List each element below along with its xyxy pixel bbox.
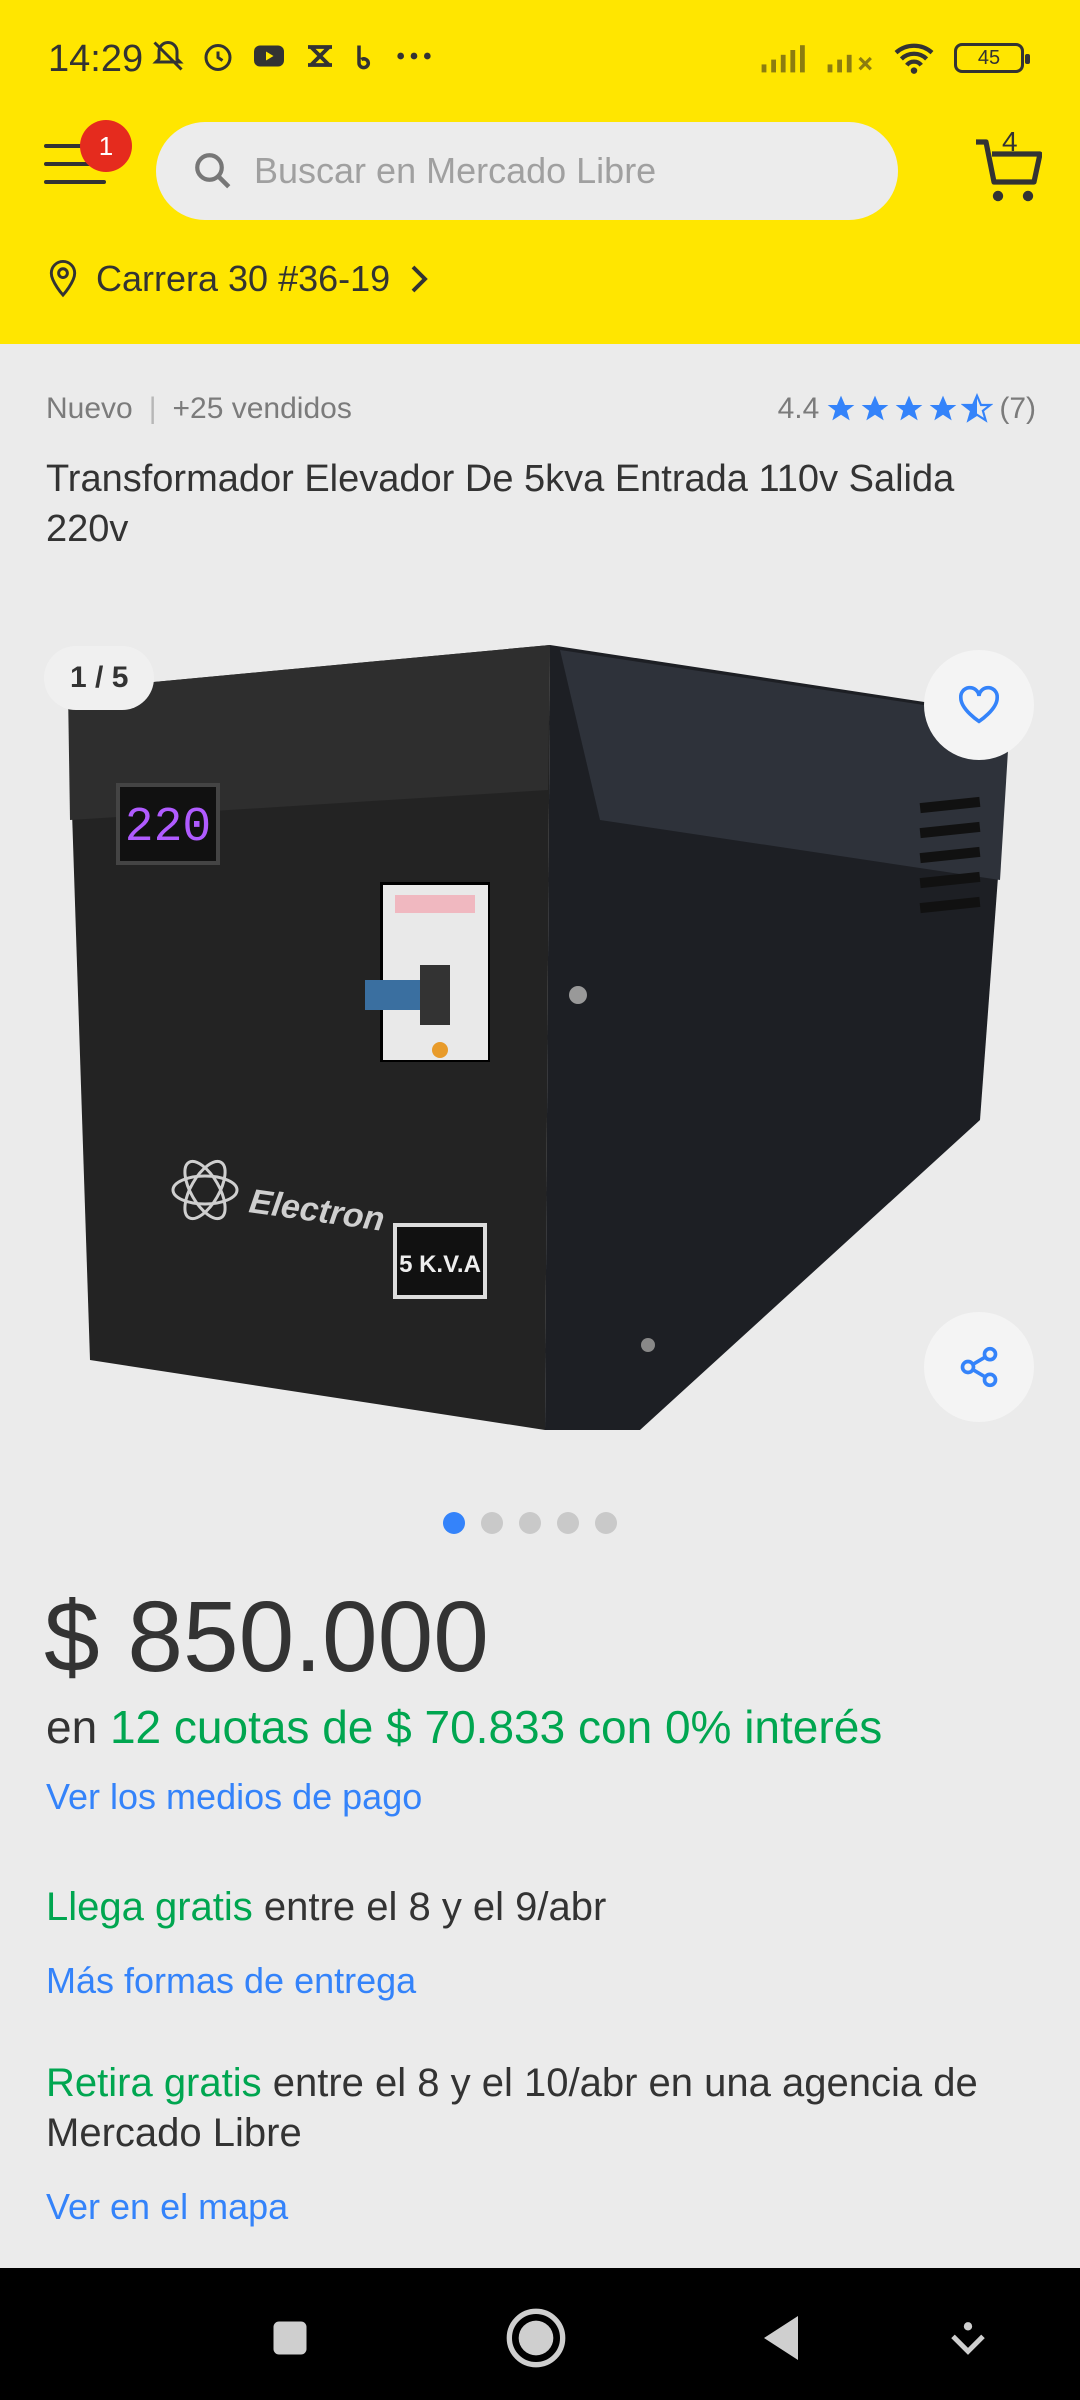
pagination-dot[interactable] [557,1512,579,1534]
chevron-right-icon [411,265,428,293]
share-icon [960,1346,998,1388]
free-shipping-text: entre el 8 y el 9/abr [263,1885,607,1929]
pagination-dot[interactable] [519,1512,541,1534]
square-icon [273,2321,307,2355]
condition-label: Nuevo [46,392,133,425]
share-button[interactable] [924,1312,1034,1422]
installments-info: en 12 cuotas de $ 70.833 con 0% interés [46,1700,882,1754]
image-pagination[interactable] [443,1512,617,1534]
product-meta: Nuevo | +25 vendidos [46,392,352,426]
map-link[interactable]: Ver en el mapa [46,2186,288,2228]
product-image: 220 Electron 5 K.V.A [68,645,1010,1430]
product-price: $ 850.000 [44,1581,489,1693]
delivery-location[interactable]: Carrera 30 #36-19 [48,258,430,300]
mute-icon [152,40,184,71]
star-icon [895,395,923,421]
installments-text: 12 cuotas de $ 70.833 con 0% interés [109,1701,883,1753]
b-app-icon [357,45,371,70]
app-icon [308,45,332,67]
meta-separator: | [148,392,157,425]
product-title: Transformador Elevador De 5kva Entrada 1… [46,458,955,550]
sold-count: +25 vendidos [172,392,352,425]
more-delivery-link[interactable]: Más formas de entrega [46,1960,416,2002]
star-icon [861,395,889,421]
heart-icon [958,685,1000,724]
alarm-icon [204,44,232,71]
youtube-icon [254,45,284,67]
rating-count: (7) [999,392,1036,425]
rating-stars [825,393,994,425]
battery-icon: 45 [954,43,1030,73]
location-pin-icon [49,260,77,298]
pagination-dot[interactable] [481,1512,503,1534]
star-icon [827,395,855,421]
rating[interactable]: 4.4 (7) [778,392,1036,426]
pagination-dot-active[interactable] [443,1512,465,1534]
chevron-down-icon [951,2322,985,2355]
home-button[interactable] [496,2298,576,2378]
status-time: 14:29 [48,38,144,80]
recents-button[interactable] [250,2298,330,2378]
search-input[interactable] [254,150,814,192]
wifi-icon [894,43,934,74]
header: 14:29 45 1 4 Carrera 30 #36-19 [0,0,1080,344]
cart-count: 4 [1002,126,1018,157]
kva-label: 5 K.V.A [399,1251,481,1278]
home-circle-icon [506,2308,566,2368]
location-text: Carrera 30 #36-19 [96,258,391,299]
installments-prefix: en [46,1701,98,1753]
more-icon [397,52,431,60]
product-image-gallery[interactable]: 220 Electron 5 K.V.A [0,620,1080,1440]
notification-icons [150,38,434,74]
star-half-icon [961,393,994,423]
pagination-dot[interactable] [595,1512,617,1534]
signal-icon [761,45,805,73]
search-bar[interactable] [156,122,898,220]
menu-notification-badge: 1 [80,120,132,172]
rating-value: 4.4 [777,392,820,425]
hide-nav-button[interactable] [928,2298,1008,2378]
free-shipping-label: Llega gratis [46,1885,253,1929]
image-counter: 1 / 5 [44,646,155,710]
system-navigation-bar [0,2268,1080,2400]
display-text: 220 [125,801,211,855]
search-icon [195,153,231,189]
back-triangle-icon [764,2316,798,2360]
shipping-info: Llega gratis entre el 8 y el 9/abr [46,1882,1036,1932]
system-icons: 45 [760,40,1030,76]
star-icon [929,395,957,421]
pickup-info: Retira gratis entre el 8 y el 10/abr en … [46,2058,1036,2158]
payment-methods-link[interactable]: Ver los medios de pago [46,1776,422,1818]
signal-no-service-icon [827,54,872,73]
back-button[interactable] [742,2298,822,2378]
pickup-label: Retira gratis [46,2061,262,2105]
favorite-button[interactable] [924,650,1034,760]
status-bar: 14:29 45 [0,0,1080,120]
